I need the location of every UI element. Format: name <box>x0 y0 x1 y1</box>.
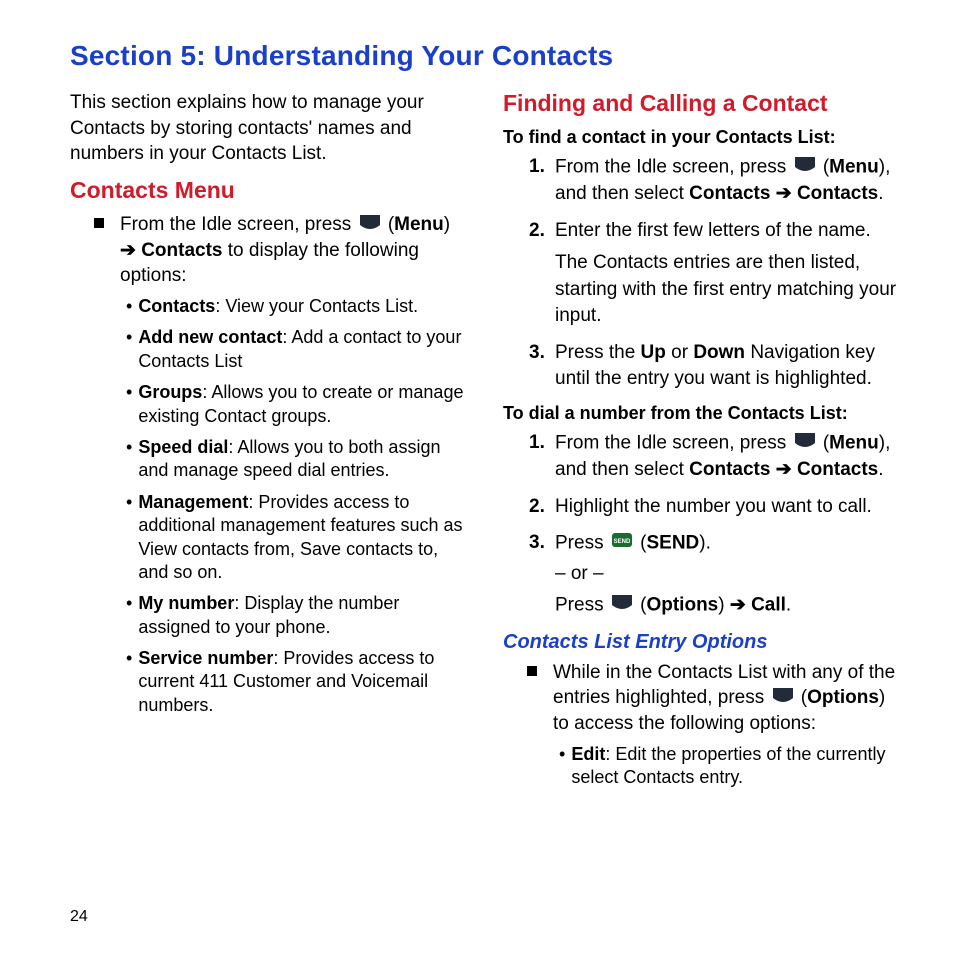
right-column: Finding and Calling a Contact To find a … <box>503 90 904 797</box>
menu-key-label: Menu <box>394 214 444 235</box>
list-item: •Service number: Provides access to curr… <box>126 647 471 717</box>
contacts-bold: Contacts <box>141 240 222 261</box>
send-key-icon: SEND <box>611 530 633 557</box>
list-item: •Speed dial: Allows you to both assign a… <box>126 436 471 483</box>
svg-text:SEND: SEND <box>614 539 631 545</box>
step-item: Press the Up or Down Navigation key unti… <box>529 340 904 393</box>
step-item: Highlight the number you want to call. <box>529 494 904 521</box>
find-steps: From the Idle screen, press (Menu), and … <box>529 154 904 393</box>
dial-number-subheading: To dial a number from the Contacts List: <box>503 403 904 424</box>
manual-page: Section 5: Understanding Your Contacts T… <box>0 0 954 954</box>
list-item: •Contacts: View your Contacts List. <box>126 295 471 318</box>
find-contact-subheading: To find a contact in your Contacts List: <box>503 127 904 148</box>
square-bullet-icon <box>527 666 537 676</box>
entry-options-list: •Edit: Edit the properties of the curren… <box>559 743 904 790</box>
step-item: From the Idle screen, press (Menu), and … <box>529 154 904 208</box>
contacts-menu-options: •Contacts: View your Contacts List. •Add… <box>126 295 471 717</box>
list-item: •Edit: Edit the properties of the curren… <box>559 743 904 790</box>
lead-text-pre: From the Idle screen, press <box>120 214 357 235</box>
list-item: •Management: Provides access to addition… <box>126 491 471 585</box>
contacts-menu-lead: From the Idle screen, press (Menu) ➔ Con… <box>94 212 471 289</box>
softkey-left-icon <box>611 592 633 619</box>
step-item: Enter the first few letters of the name.… <box>529 218 904 330</box>
dial-steps: From the Idle screen, press (Menu), and … <box>529 430 904 619</box>
softkey-left-icon <box>772 685 794 711</box>
contacts-menu-heading: Contacts Menu <box>70 177 471 204</box>
step-item: From the Idle screen, press (Menu), and … <box>529 430 904 484</box>
entry-options-lead: While in the Contacts List with any of t… <box>527 660 904 737</box>
finding-calling-heading: Finding and Calling a Contact <box>503 90 904 117</box>
left-column: This section explains how to manage your… <box>70 90 471 797</box>
list-item: •My number: Display the number assigned … <box>126 592 471 639</box>
or-separator: – or – <box>555 561 904 588</box>
softkey-left-icon <box>794 430 816 457</box>
two-column-layout: This section explains how to manage your… <box>70 90 904 797</box>
softkey-left-icon <box>794 154 816 181</box>
square-bullet-icon <box>94 218 104 228</box>
intro-paragraph: This section explains how to manage your… <box>70 90 471 167</box>
step-item: Press SEND (SEND). – or – Press (Options… <box>529 530 904 618</box>
arrow-icon: ➔ <box>120 240 136 261</box>
entry-options-heading: Contacts List Entry Options <box>503 631 904 654</box>
section-title: Section 5: Understanding Your Contacts <box>70 40 904 72</box>
list-item: •Add new contact: Add a contact to your … <box>126 326 471 373</box>
softkey-left-icon <box>359 212 381 238</box>
list-item: •Groups: Allows you to create or manage … <box>126 381 471 428</box>
page-number: 24 <box>70 908 88 926</box>
